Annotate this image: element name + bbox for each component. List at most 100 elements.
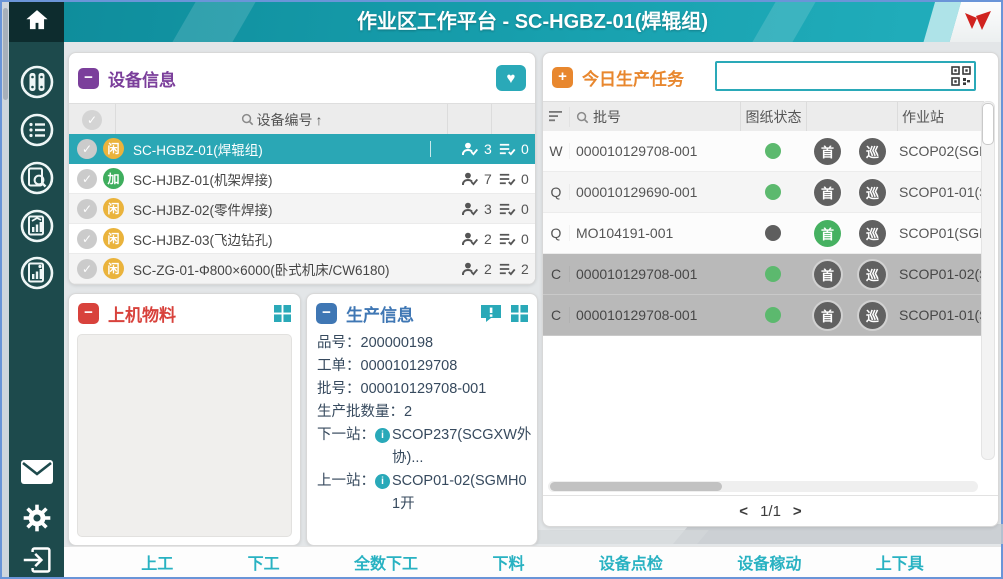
collapse-icon[interactable] bbox=[78, 303, 99, 324]
equipment-row[interactable]: 闲 SC-HJBZ-03(飞边钻孔) 2 0 bbox=[69, 224, 535, 254]
task-row[interactable]: Q 000010129690-001 首 巡 SCOP01-01(SGM... bbox=[543, 172, 984, 213]
patrol-inspection-badge[interactable]: 巡 bbox=[859, 302, 886, 329]
task-row[interactable]: C 000010129708-001 首 巡 SCOP01-02(SGM... bbox=[543, 254, 984, 295]
tooling-button[interactable]: 上下具 bbox=[876, 550, 924, 574]
pagination: < 1/1 > bbox=[543, 495, 998, 526]
production-info-body: 品号：200000198 工单：000010129708 批号：00001012… bbox=[317, 332, 532, 543]
batch-column-header[interactable]: 批号 bbox=[569, 107, 740, 127]
equipment-panel-title: 设备信息 bbox=[108, 66, 176, 91]
first-inspection-badge[interactable]: 首 bbox=[814, 261, 841, 288]
grid-view-icon[interactable] bbox=[511, 305, 528, 322]
first-inspection-badge[interactable]: 首 bbox=[814, 179, 841, 206]
end-work-button[interactable]: 下工 bbox=[248, 550, 280, 574]
qr-scan-icon[interactable] bbox=[951, 66, 971, 91]
check-icon bbox=[82, 110, 102, 130]
search-icon bbox=[576, 111, 589, 124]
task-row[interactable]: C 000010129708-001 首 巡 SCOP01-01(SGM... bbox=[543, 295, 984, 336]
task-type: Q bbox=[543, 225, 569, 241]
row-check-icon[interactable] bbox=[77, 229, 97, 249]
background-decoration bbox=[673, 524, 1003, 544]
doc-search-icon[interactable] bbox=[19, 160, 55, 196]
expand-icon[interactable] bbox=[552, 67, 573, 88]
sort-icon[interactable] bbox=[543, 109, 569, 125]
equipment-id-column-header[interactable]: 设备编号 ↑ bbox=[115, 104, 447, 135]
unload-material-button[interactable]: 下料 bbox=[492, 550, 524, 574]
job-count-icon bbox=[499, 232, 516, 246]
end-all-work-button[interactable]: 全数下工 bbox=[354, 550, 418, 574]
tasks-table: W 000010129708-001 首 巡 SCOP02(SGMH0... Q… bbox=[543, 131, 984, 331]
equipment-row[interactable]: 闲 SC-HGBZ-01(焊辊组) 3 0 bbox=[69, 134, 535, 164]
worker-count-icon bbox=[462, 172, 479, 186]
mail-icon[interactable] bbox=[19, 454, 55, 490]
task-search-input[interactable] bbox=[715, 61, 976, 91]
worker-count-icon bbox=[462, 202, 479, 216]
horizontal-scrollbar-thumb[interactable] bbox=[550, 482, 722, 491]
vertical-scrollbar-thumb[interactable] bbox=[982, 103, 994, 145]
grid-view-icon[interactable] bbox=[274, 305, 291, 322]
equipment-row[interactable]: 闲 SC-ZG-01-Φ800×6000(卧式机床/CW6180) 2 2 bbox=[69, 254, 535, 284]
column-label: 设备编号 bbox=[257, 110, 313, 130]
workers-column-header bbox=[447, 104, 491, 135]
page-indicator: 1/1 bbox=[760, 503, 781, 520]
row-check-icon[interactable] bbox=[77, 199, 97, 219]
row-check-icon[interactable] bbox=[77, 139, 97, 159]
left-scrollbar-thumb[interactable] bbox=[3, 8, 8, 100]
materials-panel-header: 上机物料 bbox=[69, 294, 300, 332]
prev-page-icon[interactable]: < bbox=[739, 503, 748, 520]
task-type: Q bbox=[543, 184, 569, 200]
info-icon[interactable] bbox=[375, 428, 390, 443]
bottom-toolbar: 上工 下工 全数下工 下料 设备点检 设备稼动 上下具 bbox=[64, 546, 1001, 577]
collapse-icon[interactable] bbox=[316, 303, 337, 324]
jobs-column-header bbox=[491, 104, 535, 135]
equipment-row[interactable]: 闲 SC-HJBZ-02(零件焊接) 3 0 bbox=[69, 194, 535, 224]
task-type: C bbox=[543, 307, 569, 323]
sidebar bbox=[9, 2, 64, 577]
task-row[interactable]: Q MO104191-001 首 巡 SCOP01(SGMH0... bbox=[543, 213, 984, 254]
horizontal-scrollbar[interactable] bbox=[548, 481, 978, 492]
report-icon[interactable] bbox=[19, 208, 55, 244]
first-inspection-badge[interactable]: 首 bbox=[814, 220, 841, 247]
settings-icon[interactable] bbox=[19, 500, 55, 536]
patrol-inspection-badge[interactable]: 巡 bbox=[859, 261, 886, 288]
left-scrollbar[interactable] bbox=[2, 2, 9, 577]
equipment-stations-icon[interactable] bbox=[19, 64, 55, 100]
job-count-icon bbox=[499, 142, 516, 156]
vertical-scrollbar[interactable] bbox=[981, 101, 995, 460]
patrol-inspection-badge[interactable]: 巡 bbox=[859, 138, 886, 165]
start-work-button[interactable]: 上工 bbox=[141, 550, 173, 574]
worker-count: 3 bbox=[484, 201, 494, 217]
task-list-icon[interactable] bbox=[19, 112, 55, 148]
collapse-icon[interactable] bbox=[78, 68, 99, 89]
equipment-check-button[interactable]: 设备点检 bbox=[599, 550, 663, 574]
task-station: SCOP01-02(SGM... bbox=[895, 266, 984, 282]
row-check-icon[interactable] bbox=[77, 259, 97, 279]
info-icon[interactable] bbox=[375, 474, 390, 489]
next-station-value: SCOP237(SCGXW外协)... bbox=[392, 424, 532, 470]
favorite-heart-icon[interactable] bbox=[496, 65, 526, 91]
production-panel-header: 生产信息 bbox=[307, 294, 537, 332]
job-count: 2 bbox=[521, 261, 531, 277]
equipment-table-header: 设备编号 ↑ bbox=[69, 103, 535, 136]
patrol-inspection-badge[interactable]: 巡 bbox=[859, 179, 886, 206]
task-row[interactable]: W 000010129708-001 首 巡 SCOP02(SGMH0... bbox=[543, 131, 984, 172]
drawing-status-dot bbox=[765, 225, 781, 241]
job-count: 0 bbox=[521, 171, 531, 187]
equipment-name: SC-HJBZ-02(零件焊接) bbox=[133, 199, 431, 219]
worker-count: 2 bbox=[484, 261, 494, 277]
equipment-row[interactable]: 加 SC-HJBZ-01(机架焊接) 7 0 bbox=[69, 164, 535, 194]
sort-ascending-icon: ↑ bbox=[316, 112, 323, 128]
row-check-icon[interactable] bbox=[77, 169, 97, 189]
patrol-inspection-badge[interactable]: 巡 bbox=[859, 220, 886, 247]
first-inspection-badge[interactable]: 首 bbox=[814, 138, 841, 165]
select-all-checkbox[interactable] bbox=[69, 110, 115, 130]
exit-icon[interactable] bbox=[19, 542, 55, 578]
next-page-icon[interactable]: > bbox=[793, 503, 802, 520]
batch-qty-value: 2 bbox=[404, 401, 412, 424]
first-inspection-badge[interactable]: 首 bbox=[814, 302, 841, 329]
materials-panel: 上机物料 bbox=[68, 293, 301, 546]
alert-message-icon[interactable] bbox=[480, 304, 502, 323]
equipment-utilization-button[interactable]: 设备稼动 bbox=[737, 550, 801, 574]
home-button[interactable] bbox=[9, 2, 64, 42]
report-alt-icon[interactable] bbox=[19, 255, 55, 291]
equipment-name: SC-HJBZ-03(飞边钻孔) bbox=[133, 229, 431, 249]
